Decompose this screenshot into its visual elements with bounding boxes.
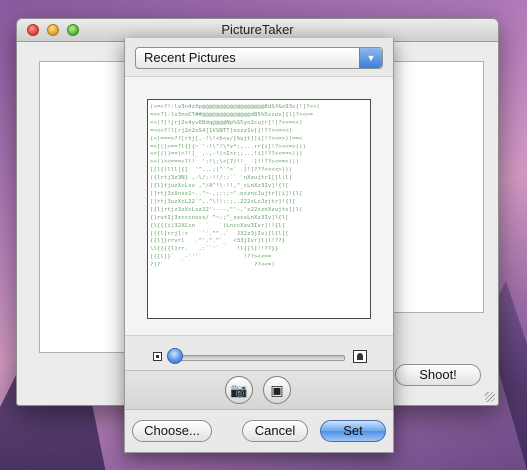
shoot-button[interactable]: Shoot! (395, 364, 481, 386)
large-image-icon (353, 350, 367, 363)
camera-icon[interactable]: 📷 (225, 376, 253, 404)
image-well[interactable]: (<=>?!:lv3n4zXp@@@@@@@@@@@@@@@@@@8dSf&x9… (147, 99, 371, 319)
effects-icon[interactable]: ▣ (263, 376, 291, 404)
source-popup-label: Recent Pictures (144, 50, 236, 65)
sheet-button-row: Choose... Cancel Set (125, 414, 393, 450)
small-image-icon (153, 352, 162, 361)
resize-grip-icon[interactable] (485, 392, 495, 402)
zoom-slider-track[interactable] (169, 355, 345, 361)
capture-toolbar: 📷 ▣ (125, 370, 393, 410)
source-popup[interactable]: Recent Pictures ▼ (135, 47, 383, 69)
set-button[interactable]: Set (320, 420, 386, 442)
choose-button[interactable]: Choose... (132, 420, 212, 442)
zoom-slider-knob[interactable] (167, 348, 183, 364)
ascii-preview-image: (<=>?!:lv3n4zXp@@@@@@@@@@@@@@@@@@8dSf&x9… (150, 104, 320, 269)
zoom-slider-row (125, 344, 393, 368)
picture-taker-sheet: Recent Pictures ▼ (<=>?!:lv3n4zXp@@@@@@@… (124, 38, 394, 453)
window-title: PictureTaker (221, 22, 294, 37)
preview-area: (<=>?!:lv3n4zXp@@@@@@@@@@@@@@@@@@8dSf&x9… (125, 76, 393, 336)
image-frame-right (392, 61, 484, 313)
cancel-button[interactable]: Cancel (242, 420, 308, 442)
chevron-down-icon[interactable]: ▼ (359, 48, 382, 68)
